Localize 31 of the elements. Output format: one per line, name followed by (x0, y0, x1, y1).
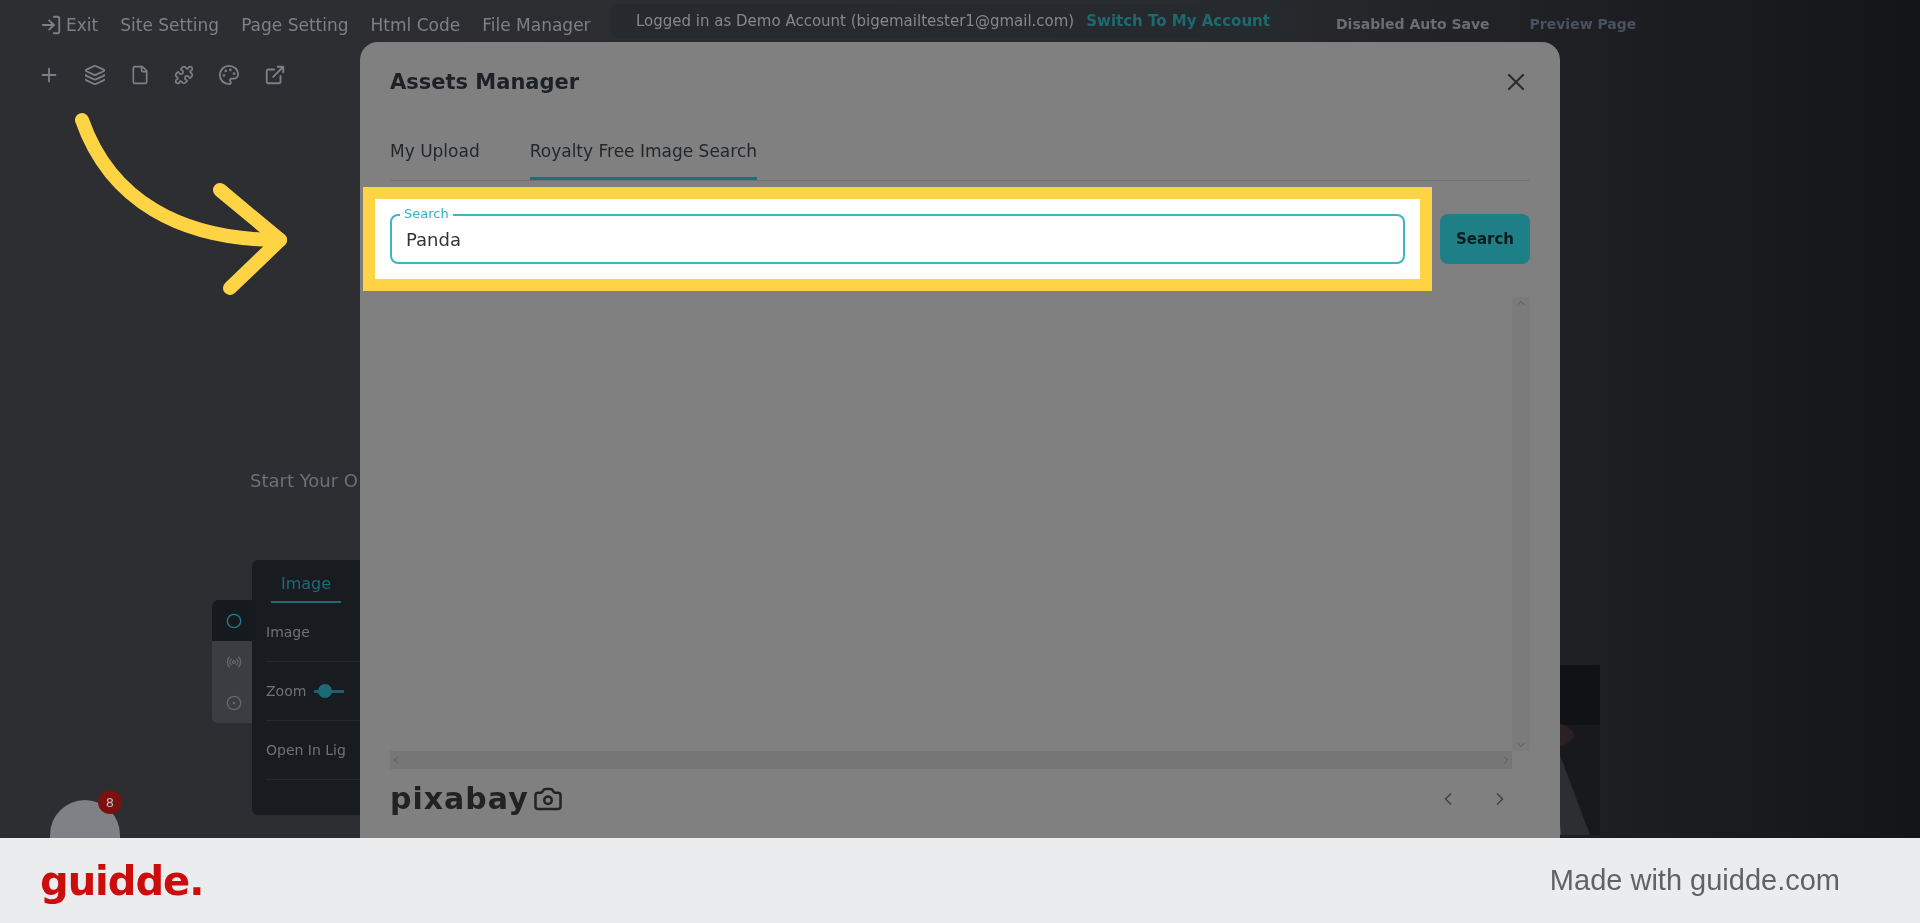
ring-icon (226, 612, 242, 629)
tab[interactable]: Royalty Free Image Search (529, 141, 757, 180)
menu-item[interactable]: Page Setting (241, 15, 349, 35)
popup-label: Zoom (266, 683, 307, 699)
search-button[interactable]: Search (1439, 214, 1530, 264)
radio-dot-icon (226, 694, 242, 711)
toolbar-action[interactable]: Preview Page (1529, 16, 1637, 32)
exit-icon (40, 14, 62, 36)
external-link-icon[interactable] (264, 64, 286, 86)
popup-tab[interactable]: Image (271, 560, 342, 603)
notification-badge: 8 (98, 790, 122, 814)
login-text: Logged in as Demo Account (bigemailtester1@gmail.com) (636, 12, 1075, 30)
popup-label[interactable]: Image (266, 624, 310, 640)
brand-logo: guidde. (40, 857, 204, 904)
popup-label[interactable]: Open In Lig (266, 742, 346, 758)
layers-icon[interactable] (84, 64, 106, 86)
menu-item[interactable]: Exit (40, 14, 99, 36)
tab[interactable]: My Upload (390, 141, 480, 180)
credit-text: Made with guidde.com (1549, 864, 1840, 897)
menu-item[interactable]: File Manager (482, 15, 591, 35)
dialog-title: Assets Manager (390, 70, 580, 94)
page-heading: Start Your O (250, 470, 358, 491)
toolbar-action[interactable]: Disabled Auto Save (1336, 16, 1490, 32)
file-icon[interactable] (130, 65, 150, 85)
palette-icon[interactable] (218, 64, 240, 86)
menu-item[interactable]: Site Setting (120, 15, 220, 35)
avatar[interactable] (50, 800, 120, 838)
puzzle-icon[interactable] (174, 65, 194, 85)
switch-account-link[interactable]: Switch To My Account (1086, 12, 1270, 30)
provider-logo: pixabay (390, 781, 529, 816)
menu-item[interactable]: Html Code (370, 15, 461, 35)
